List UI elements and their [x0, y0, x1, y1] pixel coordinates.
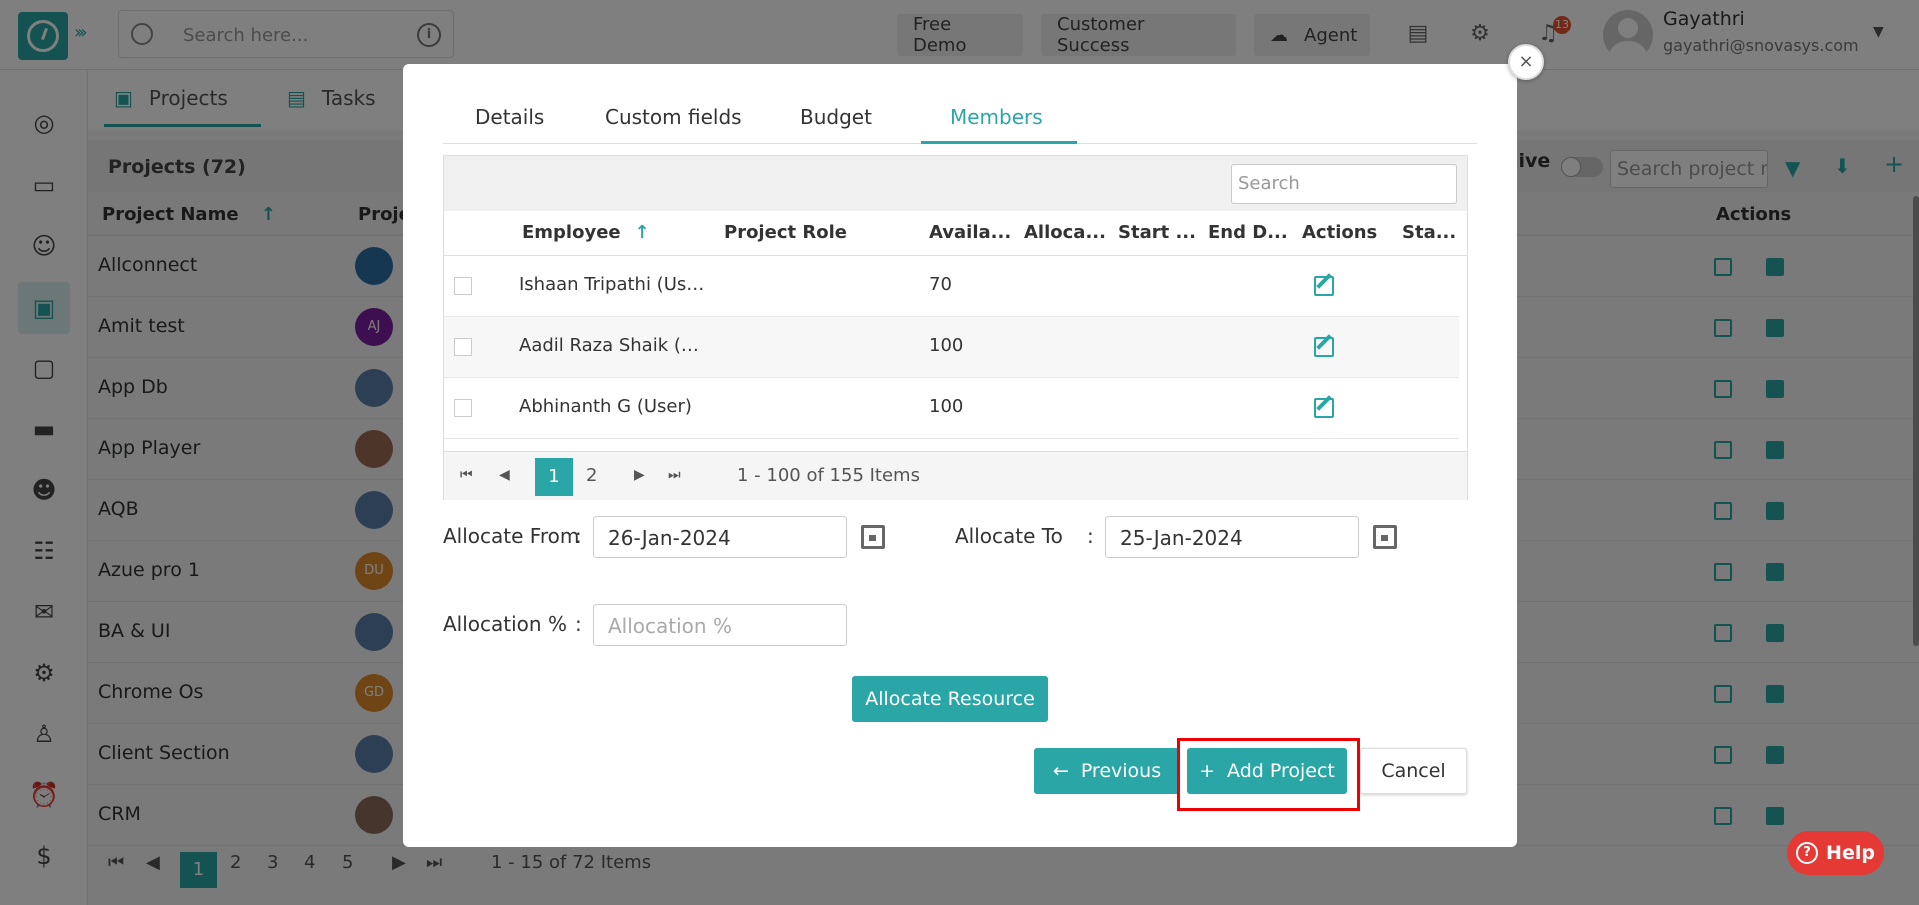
employee-name: Aadil Raza Shaik (U...: [519, 335, 709, 356]
next-page-icon[interactable]: ▶: [634, 467, 645, 483]
grid-toolbar: Search: [444, 156, 1467, 211]
allocate-from-input[interactable]: 26-Jan-2024: [593, 516, 847, 558]
available-value: 100: [929, 396, 964, 417]
first-page-icon[interactable]: ⏮: [460, 467, 473, 483]
employee-name: Ishaan Tripathi (Use...: [519, 274, 709, 295]
row-checkbox[interactable]: [454, 277, 472, 295]
members-grid: Search Employee ↑ Project Role Availa... …: [443, 155, 1468, 500]
column-allocation[interactable]: Alloca...: [1024, 222, 1106, 243]
colon: :: [575, 524, 582, 548]
grid-search-input[interactable]: Search: [1231, 164, 1457, 204]
row-checkbox[interactable]: [454, 399, 472, 417]
column-employee[interactable]: Employee ↑: [522, 222, 650, 243]
column-available[interactable]: Availa...: [929, 222, 1011, 243]
table-row[interactable]: Aadil Raza Shaik (U... 100: [444, 317, 1459, 378]
grid-pager-info: 1 - 100 of 155 Items: [737, 465, 920, 486]
table-row[interactable]: Ishaan Tripathi (Use... 70: [444, 256, 1459, 317]
tab-underline: [921, 141, 1077, 144]
previous-button[interactable]: ← Previous: [1034, 748, 1180, 794]
available-value: 70: [929, 274, 952, 295]
prev-page-icon[interactable]: ◀: [499, 467, 510, 483]
question-icon: ?: [1796, 842, 1819, 864]
page-1[interactable]: 1: [535, 458, 573, 496]
tab-details[interactable]: Details: [475, 105, 544, 129]
calendar-icon[interactable]: [861, 525, 885, 549]
last-page-icon[interactable]: ⏭: [668, 467, 681, 483]
close-icon[interactable]: ×: [1508, 44, 1544, 80]
tab-custom-fields[interactable]: Custom fields: [605, 105, 742, 129]
allocate-to-input[interactable]: 25-Jan-2024: [1105, 516, 1359, 558]
column-status[interactable]: Sta...: [1402, 222, 1456, 243]
allocate-to-label: Allocate To: [955, 524, 1063, 548]
tab-members[interactable]: Members: [950, 105, 1043, 129]
column-project-role[interactable]: Project Role: [724, 222, 847, 243]
grid-pager: ⏮ ◀ 1 2 ▶ ⏭ 1 - 100 of 155 Items: [444, 451, 1467, 500]
arrow-left-icon: ←: [1052, 760, 1069, 782]
cancel-button[interactable]: Cancel: [1360, 748, 1467, 794]
employee-name: Abhinanth G (User): [519, 396, 692, 417]
tab-budget[interactable]: Budget: [800, 105, 872, 129]
edit-icon[interactable]: [1314, 337, 1334, 357]
colon: :: [1087, 524, 1094, 548]
column-start-date[interactable]: Start ...: [1118, 222, 1196, 243]
allocate-from-label: Allocate From: [443, 524, 580, 548]
table-row[interactable]: Abhinanth G (User) 100: [444, 378, 1459, 439]
column-end-date[interactable]: End D...: [1208, 222, 1288, 243]
column-actions: Actions: [1302, 222, 1378, 243]
allocation-label: Allocation %: [443, 612, 567, 636]
edit-icon[interactable]: [1314, 398, 1334, 418]
allocate-resource-button[interactable]: Allocate Resource: [852, 676, 1048, 722]
page-2[interactable]: 2: [586, 465, 597, 486]
available-value: 100: [929, 335, 964, 356]
help-button[interactable]: ? Help: [1787, 831, 1884, 875]
calendar-icon[interactable]: [1373, 525, 1397, 549]
allocation-input[interactable]: Allocation %: [593, 604, 847, 646]
edit-icon[interactable]: [1314, 276, 1334, 296]
sort-up-icon: ↑: [634, 222, 650, 243]
row-checkbox[interactable]: [454, 338, 472, 356]
colon: :: [575, 612, 582, 636]
highlight-box: [1177, 738, 1360, 811]
